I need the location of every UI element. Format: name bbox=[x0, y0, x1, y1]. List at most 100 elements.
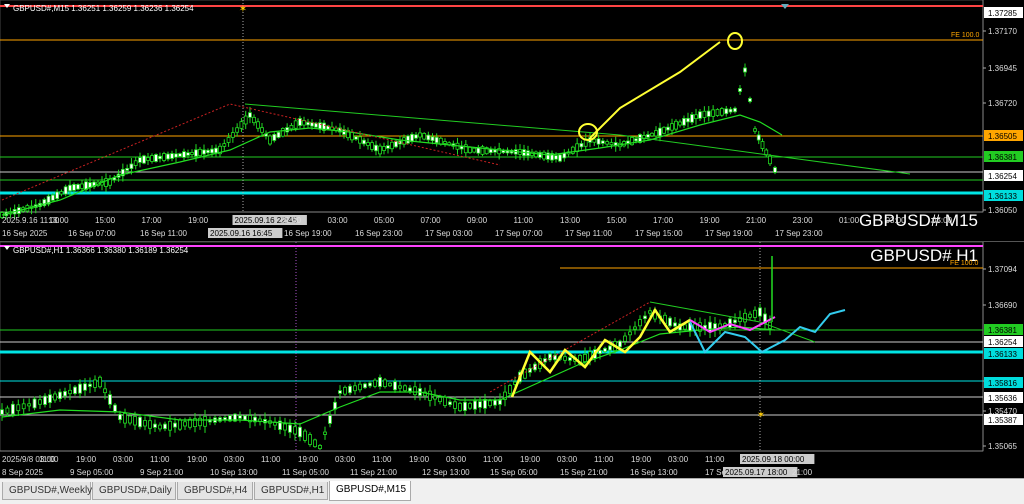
tab-m15[interactable]: GBPUSD#,M15 bbox=[329, 481, 411, 501]
time-label: 11:00 bbox=[261, 455, 281, 464]
candle-body bbox=[283, 423, 287, 431]
candle-body bbox=[73, 386, 77, 394]
candle-body bbox=[463, 401, 467, 411]
candle-body bbox=[125, 168, 130, 171]
candle-body bbox=[738, 88, 742, 92]
candle-body bbox=[488, 400, 492, 407]
candle-body bbox=[628, 331, 632, 336]
candle-body bbox=[374, 144, 378, 152]
candle-body bbox=[174, 153, 178, 158]
date-label: 17 Sep 19:00 bbox=[705, 229, 753, 238]
candle-body bbox=[10, 403, 15, 415]
tab-weekly[interactable]: GBPUSD#,Weekly bbox=[2, 482, 92, 500]
candle-body bbox=[353, 385, 357, 392]
date-label: 16 Sep 2025 bbox=[2, 229, 48, 238]
candle-body bbox=[583, 354, 587, 362]
chart-watermark: GBPUSD# M15 bbox=[859, 211, 978, 230]
time-label: 05:00 bbox=[374, 216, 395, 225]
candle-body bbox=[186, 152, 190, 156]
candle-body bbox=[190, 152, 194, 155]
price-label: 1.35636 bbox=[988, 394, 1017, 403]
candle-body bbox=[658, 127, 662, 137]
date-label: 17 Sep 15:00 bbox=[635, 229, 683, 238]
candle-body bbox=[753, 309, 757, 318]
candle-body bbox=[403, 385, 407, 392]
time-label: 11:00 bbox=[514, 216, 534, 225]
price-label: 1.36381 bbox=[988, 326, 1017, 335]
candle-body bbox=[428, 390, 432, 401]
candle-body bbox=[706, 110, 711, 117]
fe-label: FE 100.0 bbox=[950, 260, 979, 267]
tab-h1[interactable]: GBPUSD#,H1 bbox=[254, 482, 328, 500]
time-label: 03:00 bbox=[886, 216, 907, 225]
candle-body bbox=[478, 401, 482, 408]
candle-body bbox=[648, 310, 652, 314]
candle-body bbox=[230, 132, 235, 138]
candle-body bbox=[358, 383, 362, 391]
chart-h1-canvas[interactable]: ✶ GBPUSD#,H1 1.36366 1.36380 1.36189 1.36… bbox=[0, 242, 1024, 479]
candle-body bbox=[542, 151, 546, 160]
time-label: 11:00 bbox=[705, 455, 725, 464]
candle-body bbox=[338, 390, 342, 394]
candle-body bbox=[378, 377, 382, 387]
candle-body bbox=[438, 137, 443, 145]
candle-body bbox=[575, 143, 580, 153]
candle-body bbox=[222, 143, 227, 147]
time-label: 13:00 bbox=[49, 216, 70, 225]
candle-body bbox=[318, 122, 322, 130]
candle-body bbox=[0, 409, 4, 415]
candle-body bbox=[226, 137, 231, 143]
time-label: 19:00 bbox=[700, 216, 721, 225]
price-label: 1.36505 bbox=[988, 132, 1017, 141]
time-label: 15:00 bbox=[95, 216, 116, 225]
time-label: 17:00 bbox=[142, 216, 163, 225]
chart-info-text: GBPUSD#,H1 1.36366 1.36380 1.36189 1.362… bbox=[13, 246, 189, 255]
candle-body bbox=[272, 133, 277, 141]
candle-body bbox=[413, 386, 417, 396]
candle-body bbox=[16, 404, 21, 412]
candle-body bbox=[63, 391, 67, 397]
candle-body bbox=[43, 395, 47, 405]
time-label: 19:00 bbox=[188, 216, 209, 225]
candle-body bbox=[458, 402, 462, 412]
time-label: 11:00 bbox=[483, 455, 503, 464]
chart-m15[interactable]: ✶ GBPUSD#,M15 1.36251 1.36259 1.36236 1.3… bbox=[0, 0, 1024, 241]
candle-body bbox=[168, 420, 172, 431]
candle-body bbox=[728, 108, 733, 113]
candle-body bbox=[433, 395, 437, 400]
candle-body bbox=[289, 125, 294, 130]
candle-body bbox=[113, 404, 117, 412]
candle-body bbox=[59, 191, 64, 195]
date-label: 17 Sep 07:00 bbox=[495, 229, 543, 238]
time-label: 03:00 bbox=[446, 455, 467, 464]
candle-body bbox=[78, 383, 82, 394]
candle-body bbox=[178, 419, 182, 430]
candle-body bbox=[546, 152, 550, 160]
time-label: 03:00 bbox=[224, 455, 245, 464]
tab-h4[interactable]: GBPUSD#,H4 bbox=[177, 482, 253, 500]
date-label: 21:00 bbox=[792, 468, 813, 477]
candle-body bbox=[373, 379, 377, 387]
time-label: 19:00 bbox=[520, 455, 541, 464]
chart-tab-bar: GBPUSD#,Weekly GBPUSD#,Daily GBPUSD#,H4 … bbox=[0, 478, 1024, 504]
candle-body bbox=[58, 391, 62, 399]
time-label: 19:00 bbox=[76, 455, 97, 464]
date-label: 12 Sep 13:00 bbox=[422, 468, 470, 477]
candle-body bbox=[21, 403, 26, 410]
candle-body bbox=[133, 416, 137, 426]
candle-body bbox=[690, 114, 694, 123]
candle-body bbox=[378, 145, 382, 155]
candle-body bbox=[163, 423, 167, 430]
candle-body bbox=[508, 385, 512, 394]
candle-body bbox=[398, 385, 402, 389]
candle-body bbox=[579, 143, 584, 148]
plot-area bbox=[0, 242, 984, 452]
chart-h1[interactable]: ✶ GBPUSD#,H1 1.36366 1.36380 1.36189 1.36… bbox=[0, 241, 1024, 479]
time-label: 03:00 bbox=[328, 216, 349, 225]
candle-body bbox=[182, 151, 186, 158]
candle-body bbox=[202, 149, 206, 155]
candle-body bbox=[468, 402, 472, 409]
tab-daily[interactable]: GBPUSD#,Daily bbox=[92, 482, 176, 500]
star-marker: ✶ bbox=[239, 4, 247, 15]
chart-m15-canvas[interactable]: ✶ GBPUSD#,M15 1.36251 1.36259 1.36236 1.3… bbox=[0, 0, 1024, 241]
